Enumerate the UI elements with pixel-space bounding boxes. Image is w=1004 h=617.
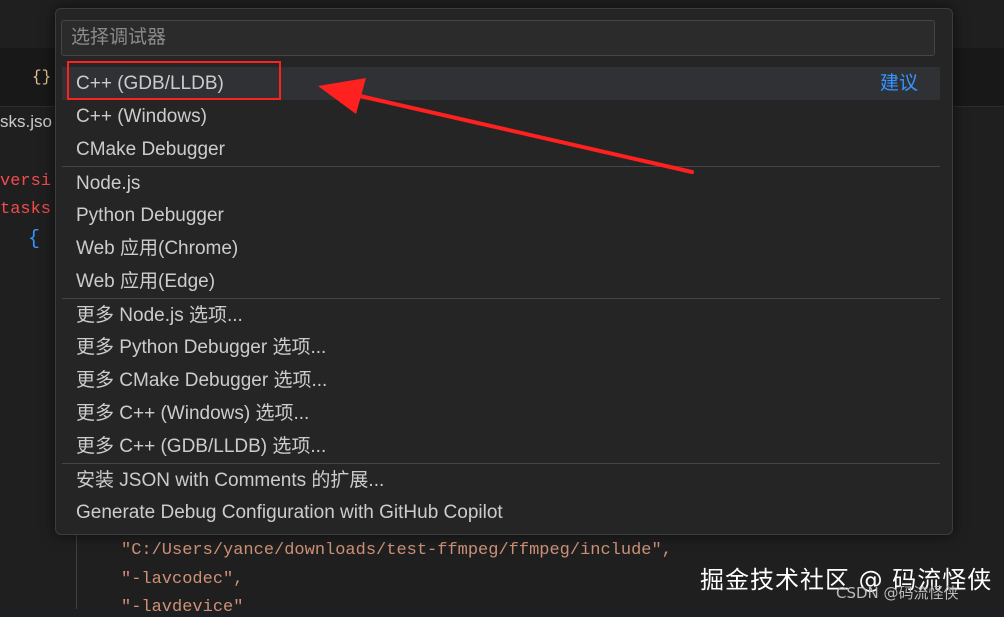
- annotation-arrow-icon: [318, 78, 694, 174]
- watermark-csdn: CSDN @码流怪侠: [836, 584, 959, 602]
